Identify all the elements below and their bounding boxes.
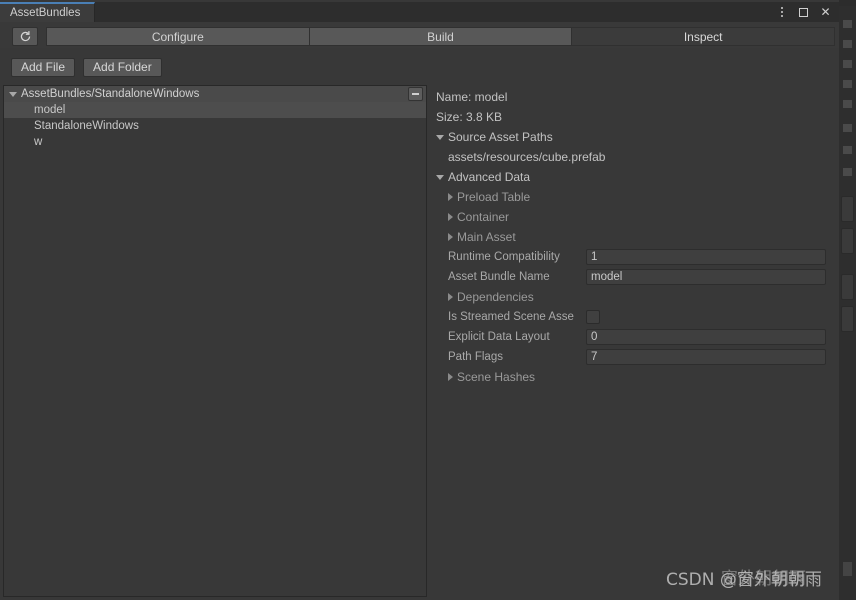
foldout-scene-hashes-label: Scene Hashes xyxy=(457,370,536,384)
chevron-right-icon[interactable] xyxy=(448,193,453,201)
window-tabbar: AssetBundles ✕ xyxy=(0,2,839,22)
field-runtime-compatibility-label: Runtime Compatibility xyxy=(448,251,560,263)
foldout-main-asset[interactable]: Main Asset xyxy=(430,227,834,247)
mode-tab-inspect-label: Inspect xyxy=(683,29,723,44)
mode-toolbar: Configure Build Inspect xyxy=(0,22,839,48)
tabbar-filler xyxy=(95,2,775,22)
bundle-size-line: Size: 3.8 KB xyxy=(430,107,834,127)
close-icon[interactable]: ✕ xyxy=(819,6,832,19)
tab-assetbundles[interactable]: AssetBundles xyxy=(0,2,96,22)
tree-item-label: StandaloneWindows xyxy=(34,120,139,132)
field-explicit-data-layout-label: Explicit Data Layout xyxy=(448,331,550,343)
source-asset-path-text: assets/resources/cube.prefab xyxy=(448,150,606,164)
add-actions-row: Add File Add Folder xyxy=(0,54,839,80)
foldout-dependencies[interactable]: Dependencies xyxy=(430,287,834,307)
tree-item-standalonewindows[interactable]: StandaloneWindows xyxy=(4,118,426,134)
tree-item-model[interactable]: model xyxy=(4,102,426,118)
foldout-advanced-data-label: Advanced Data xyxy=(448,170,531,184)
maximize-icon[interactable] xyxy=(797,6,810,19)
mode-tab-configure-label: Configure xyxy=(151,29,204,44)
field-path-flags-input[interactable]: 7 xyxy=(586,349,826,365)
field-asset-bundle-name-input[interactable]: model xyxy=(586,269,826,285)
foldout-preload-table[interactable]: Preload Table xyxy=(430,187,834,207)
chevron-right-icon[interactable] xyxy=(448,233,453,241)
tree-item-label: w xyxy=(34,136,43,148)
add-file-label: Add File xyxy=(21,60,66,74)
chevron-down-icon[interactable] xyxy=(9,91,17,97)
mode-tab-inspect[interactable]: Inspect xyxy=(571,27,836,46)
chevron-right-icon[interactable] xyxy=(448,293,453,301)
field-is-streamed-scene-asset-label: Is Streamed Scene Asse xyxy=(448,311,574,323)
field-explicit-data-layout: Explicit Data Layout 0 xyxy=(430,327,834,347)
watermark-overlay-text: 窗外朝朝雨 xyxy=(721,569,806,589)
add-folder-button[interactable]: Add Folder xyxy=(83,57,162,77)
field-asset-bundle-name-label: Asset Bundle Name xyxy=(448,271,550,283)
remove-path-button[interactable] xyxy=(408,87,423,101)
tree-root-label: AssetBundles/StandaloneWindows xyxy=(21,88,200,100)
assetbundle-browser-window: AssetBundles ✕ Configure Build Inspect A… xyxy=(0,0,839,600)
bundle-size-text: Size: 3.8 KB xyxy=(436,110,503,124)
foldout-container-label: Container xyxy=(457,210,510,224)
bundle-inspector-panel: Name: model Size: 3.8 KB Source Asset Pa… xyxy=(430,85,834,597)
field-path-flags-label: Path Flags xyxy=(448,351,503,363)
close-glyph: ✕ xyxy=(820,5,831,19)
tab-assetbundles-label: AssetBundles xyxy=(10,7,81,19)
add-folder-label: Add Folder xyxy=(93,60,152,74)
field-explicit-data-layout-input[interactable]: 0 xyxy=(586,329,826,345)
foldout-dependencies-label: Dependencies xyxy=(457,290,534,304)
add-file-button[interactable]: Add File xyxy=(11,57,76,77)
foldout-source-asset-paths[interactable]: Source Asset Paths xyxy=(430,127,834,147)
tree-item-w[interactable]: w xyxy=(4,134,426,150)
field-asset-bundle-name: Asset Bundle Name model xyxy=(430,267,834,287)
mode-tab-build[interactable]: Build xyxy=(308,27,573,46)
tree-item-label: model xyxy=(34,104,66,116)
bundle-name-text: Name: model xyxy=(436,90,508,104)
refresh-icon[interactable] xyxy=(12,27,38,46)
field-is-streamed-scene-asset-checkbox[interactable] xyxy=(586,310,600,324)
foldout-source-asset-paths-label: Source Asset Paths xyxy=(448,130,553,144)
chevron-down-icon[interactable] xyxy=(436,134,444,140)
foldout-advanced-data[interactable]: Advanced Data xyxy=(430,167,834,187)
chevron-right-icon[interactable] xyxy=(448,373,453,381)
watermark: CSDN @窗外朝朝雨 窗外朝朝雨 xyxy=(666,565,822,590)
chevron-down-icon[interactable] xyxy=(436,174,444,180)
chevron-right-icon[interactable] xyxy=(448,213,453,221)
field-is-streamed-scene-asset: Is Streamed Scene Asse xyxy=(430,307,834,327)
foldout-scene-hashes[interactable]: Scene Hashes xyxy=(430,367,834,387)
mode-tab-configure[interactable]: Configure xyxy=(46,27,310,46)
mode-tab-build-label: Build xyxy=(427,29,454,44)
bundle-tree-panel[interactable]: AssetBundles/StandaloneWindows model Sta… xyxy=(3,85,427,597)
bundle-name-line: Name: model xyxy=(430,87,834,107)
field-runtime-compatibility: Runtime Compatibility 1 xyxy=(430,247,834,267)
kebab-menu-icon[interactable] xyxy=(775,6,788,19)
app-root: AssetBundles ✕ Configure Build Inspect A… xyxy=(0,0,856,600)
field-runtime-compatibility-input[interactable]: 1 xyxy=(586,249,826,265)
foldout-main-asset-label: Main Asset xyxy=(457,230,516,244)
field-path-flags: Path Flags 7 xyxy=(430,347,834,367)
background-inspector-column xyxy=(838,6,856,600)
foldout-preload-table-label: Preload Table xyxy=(457,190,531,204)
tree-root-row[interactable]: AssetBundles/StandaloneWindows xyxy=(4,86,426,102)
source-asset-path-item[interactable]: assets/resources/cube.prefab xyxy=(430,147,834,167)
foldout-container[interactable]: Container xyxy=(430,207,834,227)
window-controls: ✕ xyxy=(775,2,839,22)
